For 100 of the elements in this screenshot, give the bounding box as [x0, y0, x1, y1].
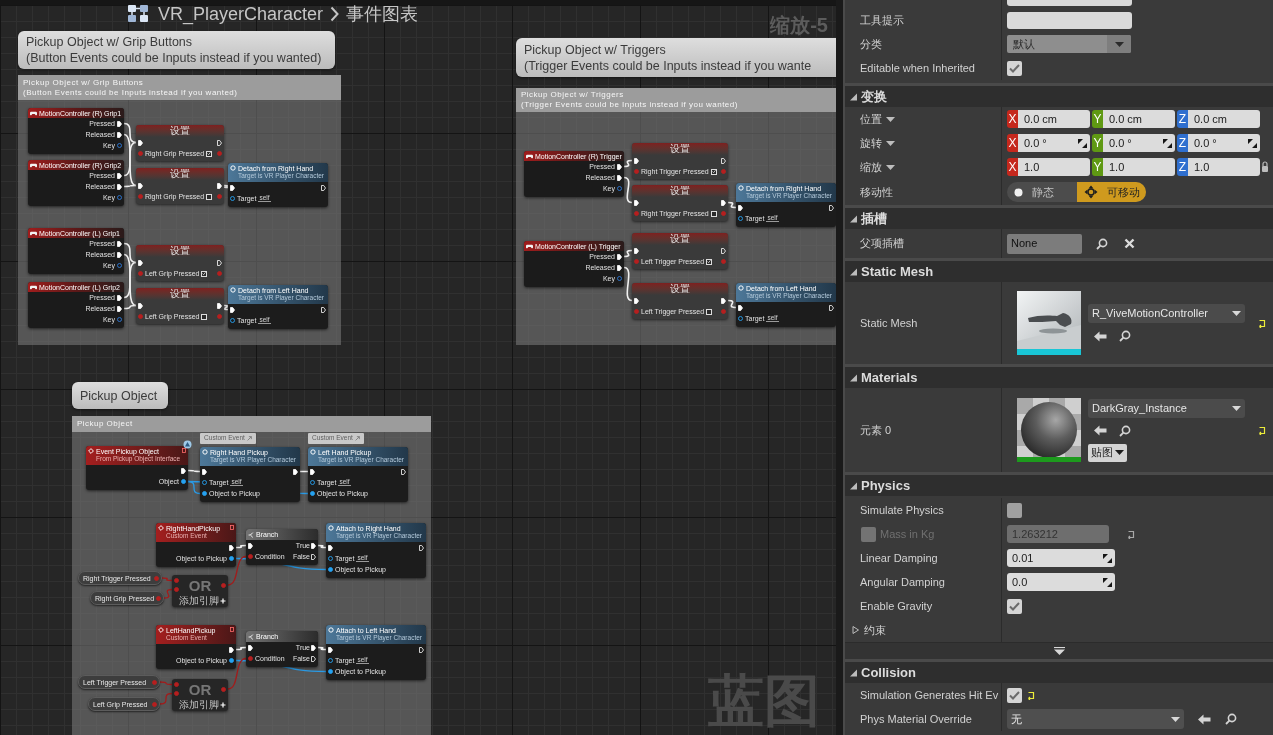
data-pin-icon[interactable] [248, 656, 253, 661]
data-pin-icon[interactable] [617, 186, 622, 191]
search-icon[interactable] [1119, 330, 1131, 342]
comment-bubble[interactable]: Pickup Object [72, 382, 168, 409]
data-pin-icon[interactable] [229, 556, 234, 561]
arrow-left-icon[interactable] [1198, 713, 1211, 725]
data-pin-icon[interactable] [738, 216, 743, 221]
expanded-arrow-icon[interactable] [850, 373, 857, 382]
expanded-arrow-icon[interactable] [850, 481, 857, 490]
checkbox[interactable] [710, 168, 717, 175]
checkbox[interactable] [201, 270, 208, 277]
plus-icon[interactable] [220, 597, 226, 604]
exec-pin-icon[interactable] [217, 302, 222, 309]
checkbox[interactable] [1007, 598, 1022, 614]
exec-pin-icon[interactable] [634, 297, 639, 304]
category-dropdown[interactable]: 默认 [1007, 35, 1131, 53]
search-icon[interactable] [1119, 424, 1131, 437]
number-field[interactable]: 1.0 [1018, 158, 1090, 176]
drag-arrows-icon[interactable] [1103, 553, 1112, 563]
section-header[interactable]: Collision [845, 662, 1273, 683]
checkbox[interactable] [1007, 502, 1022, 518]
mobility-option[interactable]: 静态 [1007, 182, 1077, 202]
checkbox[interactable] [206, 150, 213, 157]
number-field[interactable]: 1.0 [1103, 158, 1175, 176]
exec-pin-icon[interactable] [117, 183, 122, 190]
exec-pin-icon[interactable] [117, 294, 122, 301]
exec-pin-icon[interactable] [829, 204, 834, 211]
data-pin-icon[interactable] [117, 263, 122, 268]
data-pin-icon[interactable] [310, 491, 315, 496]
graph-name[interactable]: 事件图表 [346, 5, 419, 25]
number-field[interactable]: 1.0 [1188, 158, 1260, 176]
exec-pin-icon[interactable] [738, 304, 743, 311]
exec-pin-icon[interactable] [321, 184, 326, 191]
exec-pin-icon[interactable] [311, 644, 316, 651]
exec-pin-icon[interactable] [248, 644, 253, 651]
expanded-arrow-icon[interactable] [850, 267, 857, 276]
exec-pin-icon[interactable] [229, 646, 234, 653]
data-pin-icon[interactable] [181, 479, 186, 484]
arrow-left-icon[interactable] [1094, 330, 1107, 342]
texture-menu-button[interactable]: 贴图 [1088, 443, 1127, 462]
exec-pin-icon[interactable] [401, 468, 406, 475]
data-pin-icon[interactable] [117, 143, 122, 148]
section-header[interactable]: 变换 [845, 86, 1273, 107]
exec-pin-icon[interactable] [617, 163, 622, 170]
data-pin-icon[interactable] [229, 658, 234, 663]
exec-pin-icon[interactable] [117, 131, 122, 138]
expanded-arrow-icon[interactable] [850, 668, 857, 677]
search-icon[interactable] [1225, 713, 1237, 725]
exec-pin-icon[interactable] [328, 544, 333, 551]
comment-bubble[interactable]: Pickup Object w/ Grip Buttons (Button Events could be Inputs instead if you wanted) [18, 31, 335, 69]
exec-pin-icon[interactable] [138, 302, 143, 309]
data-pin-icon[interactable] [738, 316, 743, 321]
exec-pin-icon[interactable] [181, 467, 186, 474]
data-pin-icon[interactable] [117, 317, 122, 322]
data-pin-icon[interactable] [328, 556, 333, 561]
add-pin-label[interactable]: 添加引脚 [179, 699, 219, 710]
comment-bubble[interactable]: Pickup Object w/ Triggers (Trigger Events could be Inputs instead if you wante [516, 38, 836, 77]
data-pin-icon[interactable] [117, 195, 122, 200]
drag-arrows-icon[interactable] [1163, 138, 1172, 148]
lock-icon[interactable] [1262, 161, 1268, 173]
exec-pin-icon[interactable] [311, 655, 316, 662]
number-field[interactable]: 0.0 ° [1018, 134, 1090, 152]
collapsed-arrow-icon[interactable] [852, 626, 859, 634]
exec-pin-icon[interactable] [617, 174, 622, 181]
square-pin-icon[interactable] [230, 627, 234, 632]
exec-pin-icon[interactable] [138, 139, 143, 146]
checkbox[interactable] [710, 210, 717, 217]
plus-icon[interactable] [220, 701, 226, 708]
exec-pin-icon[interactable] [721, 199, 726, 206]
data-pin-icon[interactable] [248, 554, 253, 559]
exec-pin-icon[interactable] [634, 199, 639, 206]
section-header[interactable]: Physics [845, 475, 1273, 496]
checkbox[interactable] [1007, 687, 1022, 703]
data-pin-icon[interactable] [202, 480, 207, 485]
exec-pin-icon[interactable] [311, 542, 316, 549]
number-field[interactable]: 0.0 cm [1188, 110, 1260, 128]
asset-dropdown[interactable]: DarkGray_Instance [1088, 398, 1245, 418]
checkbox[interactable] [706, 258, 713, 265]
exec-pin-icon[interactable] [721, 247, 726, 254]
exec-pin-icon[interactable] [328, 646, 333, 653]
search-icon[interactable] [1096, 237, 1108, 250]
exec-pin-icon[interactable] [117, 251, 122, 258]
or-node[interactable]: OR 添加引脚 [172, 575, 228, 607]
exec-pin-icon[interactable] [117, 240, 122, 247]
exec-pin-icon[interactable] [721, 297, 726, 304]
square-pin-icon[interactable] [230, 525, 234, 530]
exec-pin-icon[interactable] [419, 646, 424, 653]
exec-pin-icon[interactable] [117, 120, 122, 127]
name-field[interactable] [1007, 0, 1132, 6]
number-field[interactable]: 0.0 [1007, 573, 1115, 591]
exec-pin-icon[interactable] [293, 468, 298, 475]
exec-pin-icon[interactable] [117, 305, 122, 312]
arrow-left-icon[interactable] [1094, 425, 1107, 436]
data-pin-icon[interactable] [328, 567, 333, 572]
data-pin-icon[interactable] [617, 276, 622, 281]
section-header[interactable]: Materials [845, 367, 1273, 388]
socket-field[interactable]: None [1007, 233, 1082, 254]
exec-pin-icon[interactable] [138, 259, 143, 266]
number-field[interactable]: 0.0 cm [1103, 110, 1175, 128]
section-header[interactable]: Static Mesh [845, 261, 1273, 282]
